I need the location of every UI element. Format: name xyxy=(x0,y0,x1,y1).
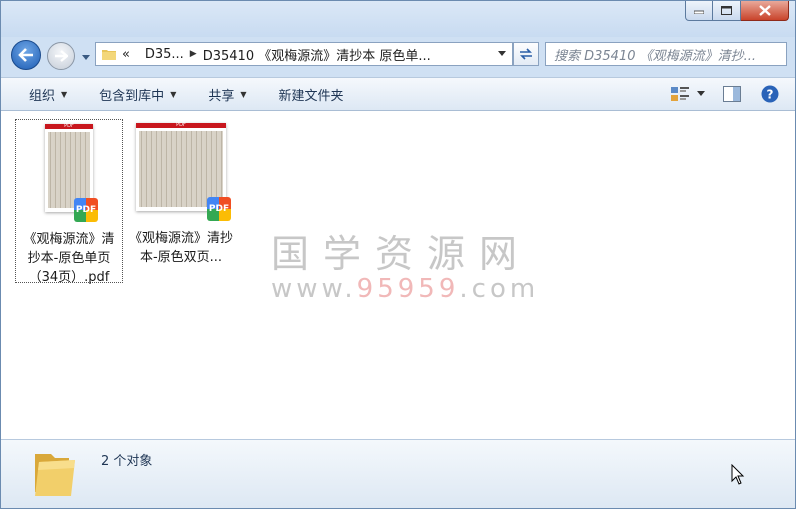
maximize-button[interactable] xyxy=(713,1,741,21)
address-bar[interactable]: « D35... ▶ D35410 《观梅源流》清抄本 原色单... xyxy=(95,42,513,66)
organize-menu[interactable]: 组织 ▼ xyxy=(29,85,67,104)
command-bar: 组织 ▼ 包含到库中 ▼ 共享 ▼ 新建文件夹 ? xyxy=(1,77,795,111)
breadcrumb-item-2[interactable]: D35410 《观梅源流》清抄本 原色单... xyxy=(203,45,431,64)
include-library-label: 包含到库中 xyxy=(99,88,165,104)
chevron-down-icon xyxy=(697,91,705,96)
folder-icon xyxy=(35,454,75,496)
file-list[interactable]: PDF PDF 《观梅源流》清抄本-原色单页（34页）.pdf PDF PDF … xyxy=(1,111,795,439)
help-button[interactable]: ? xyxy=(759,84,781,104)
arrow-left-icon xyxy=(18,48,33,62)
pdf-icon: PDF xyxy=(74,198,98,222)
chevron-down-icon: ▼ xyxy=(170,89,177,99)
folder-icon xyxy=(102,50,116,60)
minimize-button[interactable] xyxy=(685,1,713,21)
svg-text:?: ? xyxy=(767,88,774,102)
preview-pane-button[interactable] xyxy=(721,84,743,104)
pdf-icon: PDF xyxy=(207,197,231,221)
file-item[interactable]: PDF PDF 《观梅源流》清抄本-原色单页（34页）.pdf xyxy=(15,119,123,285)
organize-label: 组织 xyxy=(29,88,56,104)
breadcrumb-item-1[interactable]: D35... xyxy=(145,47,184,62)
view-options-dropdown[interactable] xyxy=(695,84,707,104)
close-button[interactable] xyxy=(741,1,789,21)
item-count: 2 个对象 xyxy=(101,454,153,469)
arrow-right-icon xyxy=(55,50,68,62)
include-in-library-menu[interactable]: 包含到库中 ▼ xyxy=(99,85,176,104)
watermark-url: www.95959.com xyxy=(271,274,540,304)
window-controls xyxy=(685,1,789,21)
chevron-down-icon: ▼ xyxy=(61,89,68,99)
search-placeholder: 搜索 D35410 《观梅源流》清抄... xyxy=(554,48,757,64)
recent-pages-dropdown[interactable] xyxy=(81,51,91,60)
mouse-cursor-icon xyxy=(731,464,745,485)
back-button[interactable] xyxy=(11,40,41,70)
maximize-icon xyxy=(721,6,732,15)
close-icon xyxy=(758,5,771,16)
new-folder-button[interactable]: 新建文件夹 xyxy=(279,85,344,104)
view-controls: ? xyxy=(669,78,795,110)
address-dropdown-icon[interactable] xyxy=(498,51,506,57)
share-menu[interactable]: 共享 ▼ xyxy=(208,85,246,104)
new-folder-label: 新建文件夹 xyxy=(278,88,344,104)
watermark: 国学资源网 www.95959.com xyxy=(271,223,540,304)
chevron-down-icon xyxy=(82,55,90,60)
thumb-header: PDF xyxy=(176,122,186,128)
title-bar xyxy=(1,1,795,37)
refresh-icon xyxy=(520,48,532,60)
thumb-header: PDF xyxy=(64,123,74,129)
minimize-icon xyxy=(694,10,704,14)
forward-button[interactable] xyxy=(47,42,75,70)
share-label: 共享 xyxy=(208,88,235,104)
change-view-button[interactable] xyxy=(669,84,691,104)
view-grid-icon xyxy=(671,87,689,101)
refresh-button[interactable] xyxy=(513,42,539,66)
breadcrumb-chevron-icon[interactable]: ▶ xyxy=(190,49,197,59)
preview-pane-icon xyxy=(723,86,741,102)
file-name: 《观梅源流》清抄本-原色双页... xyxy=(129,231,234,265)
search-input[interactable]: 搜索 D35410 《观梅源流》清抄... xyxy=(545,42,787,66)
explorer-window: « D35... ▶ D35410 《观梅源流》清抄本 原色单... 搜索 D3… xyxy=(0,0,796,509)
watermark-title: 国学资源网 xyxy=(271,232,532,276)
chevron-down-icon: ▼ xyxy=(240,89,247,99)
navigation-bar: « D35... ▶ D35410 《观梅源流》清抄本 原色单... 搜索 D3… xyxy=(1,37,795,71)
file-item[interactable]: PDF PDF 《观梅源流》清抄本-原色双页... xyxy=(127,119,235,283)
help-icon: ? xyxy=(761,85,779,103)
breadcrumb-overflow[interactable]: « xyxy=(122,47,130,62)
details-pane: 2 个对象 xyxy=(1,439,795,508)
file-name: 《观梅源流》清抄本-原色单页（34页）.pdf xyxy=(23,232,115,285)
